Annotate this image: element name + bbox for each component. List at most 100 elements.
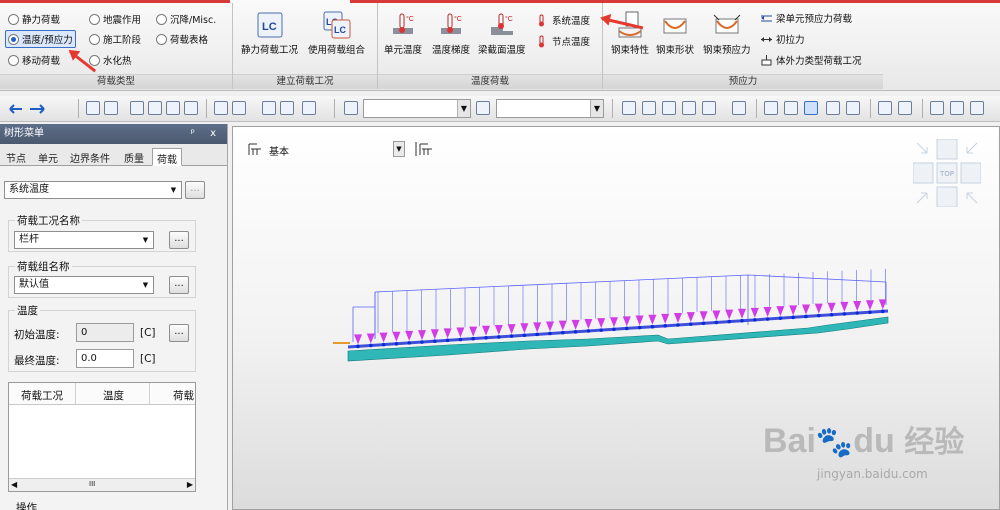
toolbar-copy-icon[interactable] [930,101,944,115]
radio-hydration-heat[interactable]: 水化热 [89,53,132,67]
node-marker [484,336,488,340]
scroll-thumb[interactable]: III [89,480,95,488]
button-label: 使用荷载组合 [308,45,366,56]
column-header-temperature[interactable]: 温度 [103,388,124,403]
load-case-button[interactable]: ... [169,231,189,249]
toolbar-select-icon[interactable] [86,101,100,115]
tab-load[interactable]: 荷载 [152,148,182,166]
beam-prestress-load-button[interactable]: 梁单元预应力荷载 [760,11,852,25]
toolbar-unlock-icon[interactable] [970,101,984,115]
svg-text:LC: LC [262,21,277,33]
radio-seismic[interactable]: 地震作用 [89,12,141,26]
radio-construction-stage[interactable]: 施工阶段 [89,32,141,46]
tab-mass[interactable]: 质量 [120,148,148,166]
node-marker [369,343,373,348]
toolbar-cursor-icon[interactable] [344,101,358,115]
beam-section-temperature-button[interactable]: °C 梁截面温度 [478,11,526,56]
toolbar-cursor2-icon[interactable] [476,101,490,115]
load-arrow [725,309,734,320]
toolbar-pointer2-icon[interactable] [280,101,294,115]
toolbar-box-icon[interactable] [166,101,180,115]
horizontal-scrollbar[interactable]: ◀ III ▶ [9,478,195,491]
load-arrow [520,323,529,334]
toolbar-display-icon[interactable] [826,101,840,115]
tab-node[interactable]: 节点 [2,148,30,166]
load-group-button[interactable]: ... [169,276,189,294]
toolbar-node-icon[interactable] [104,101,118,115]
toolbar-view1-icon[interactable] [622,101,636,115]
top-combo-button[interactable]: ... [185,181,205,199]
panel-controls[interactable]: ᵖ x [191,124,222,144]
load-case-icon-2[interactable] [415,141,433,157]
radio-label: 水化热 [103,56,132,67]
scroll-left-icon[interactable]: ◀ [11,480,17,489]
radio-moving-load[interactable]: 移动荷载 [8,53,60,67]
toolbar-viewmode-icon[interactable] [804,101,818,115]
toolbar-combo-1[interactable]: ▼ [363,99,471,118]
radio-settlement-misc[interactable]: 沉降/Misc. [156,12,216,26]
load-case-combo[interactable]: 栏杆 ▼ [14,231,154,249]
toolbar-elem-num-icon[interactable] [898,101,912,115]
load-arrow [379,332,388,343]
element-temperature-button[interactable]: °C 单元温度 [384,11,422,56]
temperature-gradient-button[interactable]: °C 温度梯度 [432,11,470,56]
toolbar-lock-icon[interactable] [950,101,964,115]
toolbar-display2-icon[interactable] [846,101,860,115]
toolbar-view5-icon[interactable] [702,101,716,115]
toolbar-view2-icon[interactable] [642,101,656,115]
radio-icon [156,33,167,45]
radio-static-load[interactable]: 静力荷载 [8,12,60,26]
external-force-icon [761,54,772,65]
load-arrow [648,314,657,325]
radio-load-table[interactable]: 荷载表格 [156,32,208,46]
combo-value: 系统温度 [9,184,49,195]
node-temperature-button[interactable]: 节点温度 [536,34,590,48]
toolbar-cancel-icon[interactable] [302,101,316,115]
viewport-load-case-combo[interactable]: 基本 ▼ [265,139,405,159]
toolbar-combo-2[interactable]: ▼ [496,99,604,118]
node-marker [599,328,603,332]
load-arrow [354,334,362,345]
initial-temperature-field[interactable]: 0 [76,323,134,342]
external-force-load-case-button[interactable]: 体外力类型荷载工况 [760,53,862,67]
initial-temperature-button[interactable]: ... [169,324,189,342]
undo-redo-icon[interactable] [8,102,48,116]
group-title: 温度荷载 [378,74,602,89]
toolbar-move-icon[interactable] [130,101,144,115]
tendon-profile-button[interactable]: 钢束形状 [656,11,694,56]
static-load-case-button[interactable]: LC 静力荷载工况 [241,11,298,56]
tendon-prestress-button[interactable]: 钢束预应力 [703,11,751,56]
toolbar-frame-icon[interactable] [148,101,162,115]
column-header-load-case[interactable]: 荷载工况 [21,388,63,403]
toolbar-node-num-icon[interactable] [878,101,892,115]
toolbar-window-icon[interactable] [214,101,228,115]
temperature-table[interactable]: 荷载工况 温度 荷载 ◀ III ▶ [8,382,196,492]
toolbar-nav-icon[interactable] [184,101,198,115]
radio-temperature-prestress[interactable]: 温度/预应力 [5,30,76,48]
view-cube[interactable]: TOP [913,139,981,207]
initial-tension-button[interactable]: 初拉力 [760,32,805,46]
toolbar-pointer-icon[interactable] [262,101,276,115]
use-load-combination-button[interactable]: LCLC 使用荷载组合 [308,11,365,56]
final-temperature-field[interactable]: 0.0 [76,349,134,368]
toolbar-view6-icon[interactable] [732,101,746,115]
radio-label: 荷载表格 [170,35,209,46]
toolbar-zoom-icon[interactable] [764,101,778,115]
toolbar-play-icon[interactable] [682,101,696,115]
tab-element[interactable]: 单元 [34,148,62,166]
toolbar-separator [334,99,335,118]
load-type-combo[interactable]: 系统温度 ▼ [4,181,182,199]
watermark-brand: Bai [763,422,816,460]
model-viewport[interactable]: 基本 ▼ TOP Bai🐾du 经验 jingyan.baidu.com [232,126,1000,510]
column-header-load[interactable]: 荷载 [173,388,194,403]
toolbar-import-icon[interactable] [232,101,246,115]
load-case-legend: 荷载工况名称 [15,213,82,228]
tab-boundary[interactable]: 边界条件 [66,148,114,166]
node-marker [817,313,821,318]
system-temperature-button[interactable]: 系统温度 [536,13,590,27]
toolbar-persp-icon[interactable] [784,101,798,115]
load-group-combo[interactable]: 默认值 ▼ [14,276,154,294]
scroll-right-icon[interactable]: ▶ [187,480,193,489]
toolbar-view3-icon[interactable] [662,101,676,115]
tendon-property-button[interactable]: 钢束特性 [611,11,649,56]
